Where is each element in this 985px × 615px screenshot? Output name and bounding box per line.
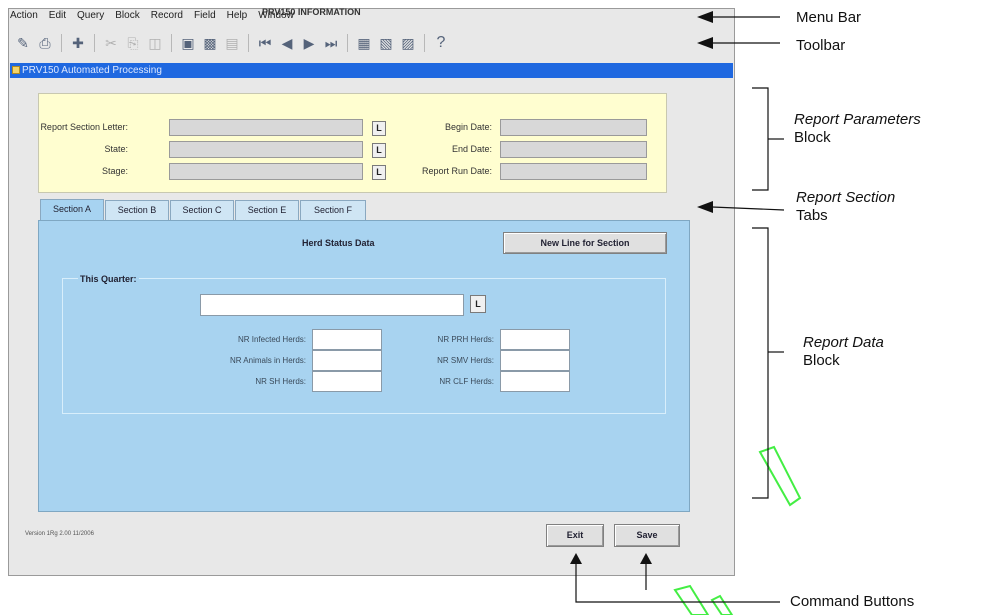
save-button-arrowhead	[640, 553, 652, 564]
callout-report-parameters-line1: Report Parameters	[794, 111, 921, 128]
toolbar-arrowhead	[697, 37, 713, 49]
callout-report-section-line1: Report Section	[796, 189, 896, 206]
menu-bar-arrowhead	[697, 11, 713, 23]
callout-report-section-line2: Tabs	[796, 207, 828, 224]
exit-button-leader	[575, 560, 780, 603]
callout-menu-bar: Menu Bar	[796, 9, 862, 26]
callout-command-buttons: Command Buttons	[790, 593, 915, 610]
callout-report-parameters-line2: Block	[794, 129, 831, 146]
callout-report-data-line1: Report Data	[803, 334, 884, 351]
annotation-lines	[570, 11, 785, 603]
callout-report-section: Report Section Tabs	[796, 189, 895, 225]
callout-report-data-line2: Block	[803, 352, 840, 369]
data-block-bracket	[752, 227, 769, 499]
section-tabs-arrow-line	[711, 206, 785, 211]
callout-report-parameters: Report Parameters Block	[794, 111, 921, 147]
callout-toolbar: Toolbar	[796, 37, 846, 54]
exit-button-arrowhead	[570, 553, 582, 564]
parameters-bracket	[752, 87, 769, 191]
section-tabs-arrowhead	[697, 201, 713, 213]
callout-report-data: Report Data Block	[803, 334, 884, 370]
